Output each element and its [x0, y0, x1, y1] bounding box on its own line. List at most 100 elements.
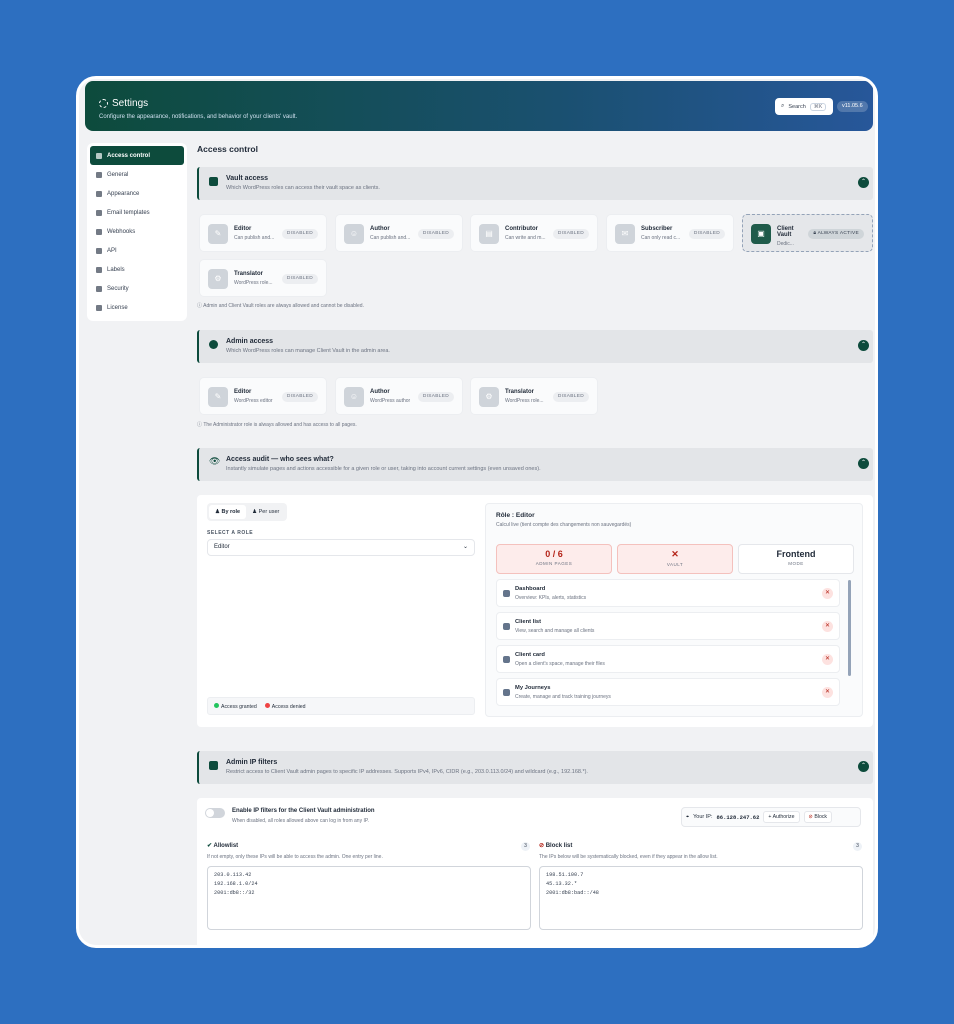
sidebar-item-label: Email templates: [107, 209, 150, 216]
vault-role-subscriber[interactable]: ✉ Subscriber Can only read c... DISABLED: [606, 214, 734, 252]
vault-role-contributor[interactable]: ▤ Contributor Can write and m... DISABLE…: [470, 214, 598, 252]
vault-note: ⓘ Admin and Client Vault roles are alway…: [197, 302, 364, 309]
legend-label: Access granted: [221, 703, 257, 710]
ip-filters-header[interactable]: Admin IP filters Restrict access to Clie…: [197, 751, 873, 784]
network-icon: [209, 761, 218, 770]
block-icon: ⊘: [808, 814, 813, 820]
role-desc: WordPress role...: [505, 398, 544, 404]
mail-icon: ✉: [615, 224, 635, 244]
settings-header: Settings Configure the appearance, notif…: [85, 81, 873, 131]
stat-label: VAULT: [666, 562, 684, 567]
sidebar-item-api[interactable]: API: [90, 241, 184, 260]
role-desc: WordPress author: [370, 398, 411, 404]
admin-role-author[interactable]: ☺ Author WordPress author DISABLED: [335, 377, 463, 415]
admin-role-translator[interactable]: ⚙ Translator WordPress role... DISABLED: [470, 377, 598, 415]
pencil-icon: ✎: [208, 224, 228, 244]
user-icon: ☺: [344, 387, 364, 407]
settings-window: Settings Configure the appearance, notif…: [76, 76, 878, 948]
page-title-text: My Journeys: [515, 685, 551, 691]
enable-ip-filter-toggle[interactable]: [205, 808, 225, 818]
admin-role-editor[interactable]: ✎ Editor WordPress editor DISABLED: [199, 377, 327, 415]
result-title: Rôle : Editor: [496, 512, 535, 519]
sidebar-item-webhooks[interactable]: Webhooks: [90, 222, 184, 241]
authorize-ip-button[interactable]: + Authorize: [763, 811, 800, 823]
sidebar-item-labels[interactable]: Labels: [90, 260, 184, 279]
status-badge: DISABLED: [281, 274, 318, 284]
check-circle-icon: ✔: [207, 843, 213, 849]
shield-icon: [96, 285, 102, 292]
vault-role-translator[interactable]: ⚙ Translator WordPress role... DISABLED: [199, 259, 327, 297]
allowlist-textarea[interactable]: 203.0.113.42 192.168.1.0/24 2001:db8::/3…: [207, 866, 531, 930]
search-label: Search: [788, 103, 806, 110]
sidebar-item-label: Appearance: [107, 190, 140, 197]
ip-filters-subtitle: Restrict access to Client Vault admin pa…: [226, 769, 588, 775]
denied-icon: ✕: [822, 588, 833, 599]
tab-per-user[interactable]: ♟ Per user: [246, 505, 285, 519]
users-icon: [503, 623, 510, 630]
audit-result-card: Rôle : Editor Calcul live (tient compte …: [485, 503, 863, 717]
legend-label: Access denied: [271, 703, 306, 710]
code-icon: [96, 247, 102, 254]
collapse-chevron-icon[interactable]: ⌃: [858, 340, 869, 351]
allowlist-count: 3: [521, 842, 530, 851]
enable-ip-filter-desc: When disabled, all roles allowed above c…: [232, 818, 369, 824]
pages-scrollbar[interactable]: [848, 580, 851, 676]
role-select-value: Editor: [214, 544, 230, 550]
tab-by-role[interactable]: ♟ By role: [209, 505, 247, 519]
search-icon: ⌕: [781, 103, 785, 109]
granted-dot-icon: [214, 702, 219, 708]
sidebar-item-security[interactable]: Security: [90, 279, 184, 298]
user-icon: ♟: [252, 509, 258, 515]
block-ip-button[interactable]: ⊘ Block: [803, 811, 833, 823]
page-desc: Create, manage and track training journe…: [515, 694, 611, 700]
pencil-icon: ✎: [208, 387, 228, 407]
vault-icon: ▣: [751, 224, 771, 244]
vault-role-editor[interactable]: ✎ Editor Can publish and... DISABLED: [199, 214, 327, 252]
vault-access-title: Vault access: [226, 175, 269, 182]
admin-access-header[interactable]: Admin access Which WordPress roles can m…: [197, 330, 873, 363]
section-title: Access control: [197, 144, 258, 154]
admin-access-subtitle: Which WordPress roles can manage Client …: [226, 348, 390, 354]
allowlist-title-text: Allowlist: [213, 843, 239, 849]
status-badge: DISABLED: [417, 392, 454, 402]
role-name: Author: [370, 226, 390, 232]
sidebar-item-email-templates[interactable]: Email templates: [90, 203, 184, 222]
sidebar-item-access-control[interactable]: Access control: [90, 146, 184, 165]
page-row-dashboard: Dashboard Overview: KPIs, alerts, statis…: [496, 579, 840, 607]
audit-mode-tabs: ♟ By role ♟ Per user: [207, 503, 288, 521]
eye-icon: 👁︎: [209, 456, 221, 466]
role-desc: Can publish and...: [234, 235, 275, 241]
gear-icon: [99, 99, 108, 108]
access-audit-header[interactable]: 👁︎ Access audit — who sees what? Instant…: [197, 448, 873, 481]
search-button[interactable]: ⌕ Search ⌘K: [775, 98, 833, 115]
sidebar-item-label: Webhooks: [107, 228, 136, 235]
collapse-chevron-icon[interactable]: ⌃: [858, 458, 869, 469]
info-icon: ⓘ: [197, 303, 203, 309]
role-name: Editor: [234, 389, 252, 395]
role-desc: Can only read c...: [641, 235, 681, 241]
location-pin-icon: ⌖: [686, 813, 690, 820]
vault-role-author[interactable]: ☺ Author Can publish and... DISABLED: [335, 214, 463, 252]
key-icon: [96, 304, 102, 311]
collapse-chevron-icon[interactable]: ⌃: [858, 177, 869, 188]
page-title-text: Client card: [515, 652, 545, 658]
tag-icon: [96, 266, 102, 273]
sidebar-item-label: General: [107, 171, 129, 178]
status-badge: DISABLED: [417, 229, 454, 239]
role-select[interactable]: Editor ⌄: [207, 539, 475, 556]
sidebar-item-label: API: [107, 247, 117, 254]
sidebar-item-label: Security: [107, 285, 129, 292]
denied-icon: ✕: [822, 654, 833, 665]
legend-granted: Access granted: [214, 702, 257, 710]
sidebar-item-appearance[interactable]: Appearance: [90, 184, 184, 203]
vault-access-header[interactable]: Vault access Which WordPress roles can a…: [197, 167, 873, 200]
select-role-label: SELECT A ROLE: [207, 530, 254, 536]
sidebar-item-general[interactable]: General: [90, 165, 184, 184]
collapse-chevron-icon[interactable]: ⌃: [858, 761, 869, 772]
sidebar-item-label: Labels: [107, 266, 125, 273]
your-ip-label: Your IP:: [693, 814, 713, 820]
blocklist-textarea[interactable]: 198.51.100.7 45.13.32.* 2001:db8:bad::/4…: [539, 866, 863, 930]
ip-filters-panel: Enable IP filters for the Client Vault a…: [197, 798, 873, 945]
sidebar-item-license[interactable]: License: [90, 298, 184, 317]
user-icon: ♟: [215, 509, 220, 515]
